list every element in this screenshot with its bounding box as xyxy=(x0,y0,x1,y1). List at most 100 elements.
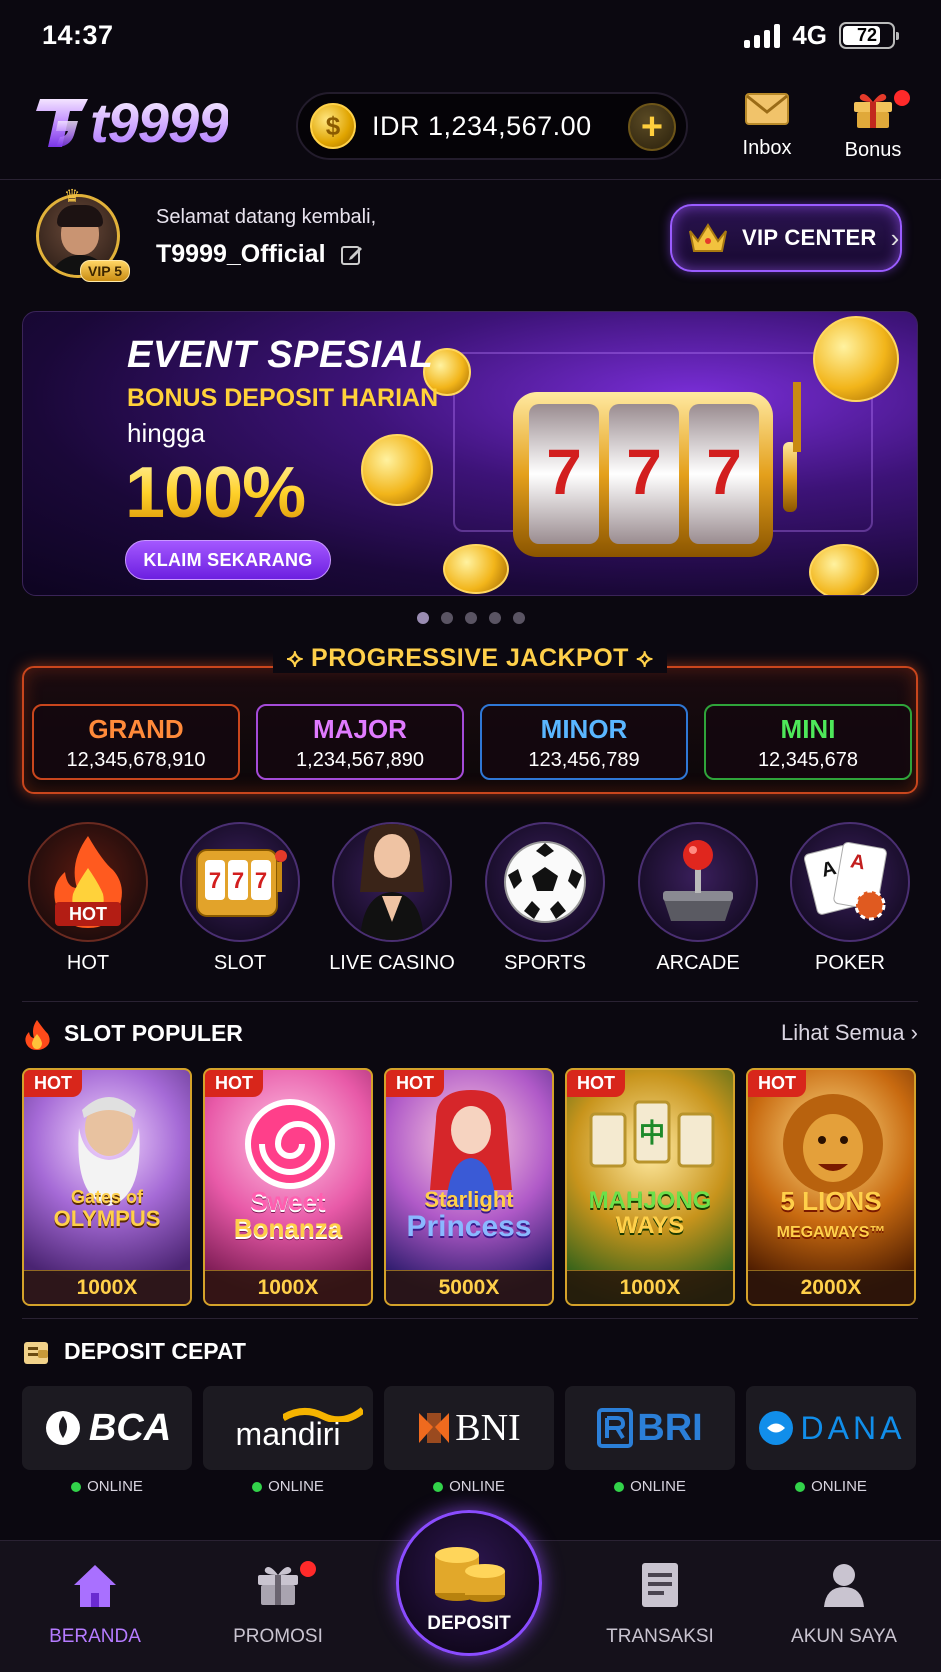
jackpot-value: 12,345,678 xyxy=(757,749,859,771)
svg-text:7: 7 xyxy=(255,868,267,893)
jackpot-name: MINI xyxy=(780,714,836,744)
game-multiplier: 2000X xyxy=(748,1270,914,1304)
category-label: SLOT xyxy=(213,952,267,974)
coin-stack-icon xyxy=(435,1547,505,1602)
bank-bri[interactable]: BRI ONLINE xyxy=(565,1386,735,1495)
online-dot-icon xyxy=(433,1481,444,1492)
vip-center-button[interactable]: VIP CENTER › xyxy=(670,204,902,272)
bank-name: BRI xyxy=(637,1406,703,1449)
carousel-dot[interactable] xyxy=(512,612,525,624)
section-title: DEPOSIT CEPAT xyxy=(64,1338,246,1364)
game-multiplier: 1000X xyxy=(567,1270,733,1304)
category-label: HOT xyxy=(66,952,110,974)
nav-akun-saya[interactable]: AKUN SAYA xyxy=(764,1561,924,1648)
bank-status: ONLINE xyxy=(384,1478,554,1495)
bank-bca[interactable]: BCA ONLINE xyxy=(22,1386,192,1495)
svg-text:7: 7 xyxy=(706,436,742,508)
jackpot-name: GRAND xyxy=(88,714,184,744)
bonus-button[interactable]: Bonus xyxy=(828,88,918,162)
chevron-right-icon: › xyxy=(890,222,900,253)
svg-text:7: 7 xyxy=(546,436,582,508)
game-card-sweet-bonanza[interactable]: HOT Sweet Bonanza 1000X xyxy=(203,1068,373,1306)
game-card-mahjong-ways[interactable]: 中 HOT MAHJONG WAYS 1000X xyxy=(565,1068,735,1306)
coin-icon xyxy=(443,544,509,594)
user-icon xyxy=(824,1564,864,1607)
carousel-dot[interactable] xyxy=(440,612,453,624)
app-header: t9999 $ IDR 1,234,567.00 + Inbox Bonus xyxy=(0,80,941,180)
claim-now-button[interactable]: KLAIM SEKARANG xyxy=(125,540,331,580)
online-dot-icon xyxy=(614,1481,625,1492)
balance-amount: IDR 1,234,567.00 xyxy=(372,110,592,141)
soccer-ball-icon xyxy=(504,841,586,923)
crown-icon xyxy=(689,223,727,252)
bank-status: ONLINE xyxy=(203,1478,373,1495)
jackpot-major: MAJOR 1,234,567,890 xyxy=(256,704,464,780)
svg-text:7: 7 xyxy=(626,436,662,508)
hot-badge: HOT xyxy=(24,1070,82,1097)
nav-label: BERANDA xyxy=(49,1626,141,1647)
carousel-dot[interactable] xyxy=(416,612,429,624)
receipt-icon xyxy=(642,1563,678,1607)
bank-mandiri[interactable]: mandiri ONLINE xyxy=(203,1386,373,1495)
quick-deposit-banks: BCA ONLINE mandiri ONLINE BNI ONLINE BRI… xyxy=(22,1386,918,1496)
game-card-gates-of-olympus[interactable]: HOT Gates of OLYMPUS 1000X xyxy=(22,1068,192,1306)
deposit-cepat-header: DEPOSIT CEPAT xyxy=(22,1336,918,1370)
game-title: Sweet Bonanza xyxy=(233,1186,343,1244)
bank-status: ONLINE xyxy=(565,1478,735,1495)
logo-text: t9999 xyxy=(90,91,229,154)
envelope-icon xyxy=(745,93,789,125)
home-icon xyxy=(74,1565,116,1607)
bank-dana[interactable]: DANA ONLINE xyxy=(746,1386,916,1495)
bank-name: BNI xyxy=(455,1407,521,1449)
game-title: Starlight Princess xyxy=(406,1187,532,1244)
flame-icon: HOT xyxy=(54,836,122,928)
category-label: LIVE CASINO xyxy=(329,952,455,974)
deposit-button[interactable]: DEPOSIT xyxy=(396,1510,542,1656)
bni-logo-icon xyxy=(419,1413,450,1443)
hot-badge: HOT xyxy=(748,1070,806,1097)
jackpot-value: 1,234,567,890 xyxy=(296,749,424,771)
signal-icon xyxy=(744,23,781,48)
logo[interactable]: t9999 xyxy=(30,90,229,155)
category-live-casino[interactable]: LIVE CASINO xyxy=(322,822,462,975)
jackpot-grand: GRAND 12,345,678,910 xyxy=(32,704,240,780)
profile-row: ♛ VIP 5 Selamat datang kembali, T9999_Of… xyxy=(0,186,941,286)
nav-promosi[interactable]: PROMOSI xyxy=(198,1561,358,1648)
edit-icon[interactable] xyxy=(340,243,364,267)
balance-pill[interactable]: $ IDR 1,234,567.00 + xyxy=(296,92,688,160)
bonus-label: Bonus xyxy=(844,139,902,161)
deposit-label: DEPOSIT xyxy=(427,1613,511,1634)
banner-title: EVENT SPESIAL xyxy=(127,334,434,376)
game-card-starlight-princess[interactable]: HOT Starlight Princess 5000X xyxy=(384,1068,554,1306)
game-title: MAHJONG WAYS xyxy=(588,1187,712,1240)
carousel-dot[interactable] xyxy=(464,612,477,624)
bank-bni[interactable]: BNI ONLINE xyxy=(384,1386,554,1495)
username: T9999_Official xyxy=(156,240,326,268)
cards-icon: A A xyxy=(804,841,887,921)
add-balance-button[interactable]: + xyxy=(628,103,676,151)
bonus-notification-dot xyxy=(894,90,910,106)
carousel-dot[interactable] xyxy=(488,612,501,624)
category-arcade[interactable]: ARCADE xyxy=(628,822,768,975)
game-card-5-lions-megaways[interactable]: HOT 5 LIONS MEGAWAYS™ 2000X xyxy=(746,1068,916,1306)
game-multiplier: 1000X xyxy=(205,1270,371,1304)
see-all-link[interactable]: Lihat Semua › xyxy=(781,1020,918,1046)
category-hot[interactable]: HOT HOT xyxy=(18,822,158,975)
nav-transaksi[interactable]: TRANSAKSI xyxy=(580,1561,740,1648)
nav-label: PROMOSI xyxy=(233,1626,323,1647)
jackpot-value: 12,345,678,910 xyxy=(66,749,206,771)
category-label: POKER xyxy=(814,952,886,974)
category-slot[interactable]: 7 7 7 SLOT xyxy=(170,822,310,975)
game-categories: HOT HOT 7 7 7 SLOT LIVE CASINO SPORTS AR… xyxy=(0,822,941,982)
category-poker[interactable]: A A POKER xyxy=(780,822,920,975)
bank-name: BCA xyxy=(88,1406,172,1449)
slot-machine-illustration: 7 7 7 xyxy=(513,382,801,557)
dealer-icon xyxy=(360,824,424,940)
category-sports[interactable]: SPORTS xyxy=(475,822,615,975)
nav-beranda[interactable]: BERANDA xyxy=(15,1561,175,1648)
logo-icon xyxy=(36,98,88,147)
inbox-button[interactable]: Inbox xyxy=(722,88,812,160)
promo-banner[interactable]: 7 7 7 EVENT SPESIAL BONUS DEPOSIT HARIAN… xyxy=(22,311,918,596)
jackpot-title: ⟡ PROGRESSIVE JACKPOT ⟡ xyxy=(272,644,668,673)
carousel-indicator xyxy=(0,612,941,624)
